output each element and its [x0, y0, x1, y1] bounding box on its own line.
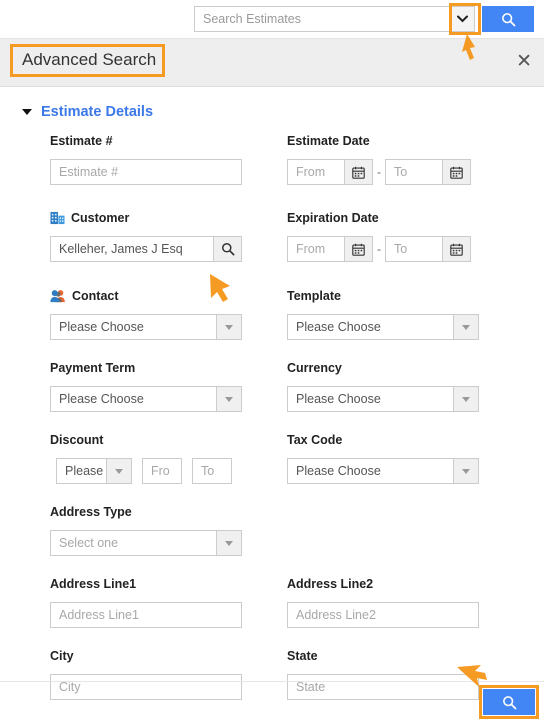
search-dropdown-caret[interactable] [449, 6, 475, 32]
section-toggle-estimate-details[interactable]: Estimate Details [22, 104, 153, 120]
company-building-icon [50, 211, 65, 225]
date-range-separator: - [377, 242, 381, 256]
close-icon[interactable]: ✕ [516, 52, 532, 71]
chevron-down-icon [22, 109, 32, 115]
chevron-down-icon [106, 459, 131, 483]
field-label-row: Customer [50, 210, 242, 226]
field-label: Currency [287, 361, 342, 375]
payment-term-select[interactable]: Please Choose [50, 386, 242, 412]
contact-select-value: Please Choose [59, 320, 144, 334]
field-label: Customer [71, 211, 130, 225]
chevron-down-icon [453, 387, 478, 411]
field-tax-code: Tax Code Please Choose [287, 432, 479, 484]
section-title: Estimate Details [41, 104, 154, 120]
search-group [194, 6, 534, 32]
field-label: Address Line2 [287, 577, 374, 591]
chevron-down-icon [456, 15, 468, 23]
field-label: Estimate Date [287, 134, 370, 148]
expiration-date-from-calendar-button[interactable] [345, 236, 373, 262]
field-customer: Customer [50, 210, 242, 262]
calendar-icon [450, 166, 463, 179]
field-state: State [287, 648, 479, 700]
field-discount: Discount Please C [50, 432, 232, 484]
field-address-line2: Address Line2 [287, 576, 479, 628]
field-currency: Currency Please Choose [287, 360, 479, 412]
contact-select[interactable]: Please Choose [50, 314, 242, 340]
contacts-people-icon [50, 289, 66, 303]
field-estimate-date: Estimate Date - [287, 133, 471, 185]
submit-search-button[interactable] [483, 689, 535, 715]
address-type-select-value: Select one [59, 536, 119, 550]
chevron-down-icon [216, 315, 241, 339]
estimate-date-from-input[interactable] [287, 159, 345, 185]
field-contact: Contact Please Choose [50, 288, 242, 340]
calendar-icon [352, 166, 365, 179]
field-payment-term: Payment Term Please Choose [50, 360, 242, 412]
estimate-date-to-input[interactable] [385, 159, 443, 185]
currency-select-value: Please Choose [296, 392, 381, 406]
tax-code-select-value: Please Choose [296, 464, 381, 478]
field-label: Address Type [50, 505, 132, 519]
chevron-down-icon [453, 459, 478, 483]
field-label: Contact [72, 289, 119, 303]
city-input[interactable] [50, 674, 242, 700]
address-line2-input[interactable] [287, 602, 479, 628]
search-icon [502, 695, 516, 709]
search-icon [221, 243, 234, 256]
discount-type-select-value: Please C [65, 464, 106, 478]
address-type-select[interactable]: Select one [50, 530, 242, 556]
estimate-date-from-calendar-button[interactable] [345, 159, 373, 185]
dialog-header: Advanced Search ✕ [0, 39, 544, 87]
chevron-down-icon [216, 387, 241, 411]
template-select[interactable]: Please Choose [287, 314, 479, 340]
field-label: Payment Term [50, 361, 136, 375]
chevron-down-icon [216, 531, 241, 555]
field-expiration-date: Expiration Date - [287, 210, 471, 262]
expiration-date-to-calendar-button[interactable] [443, 236, 471, 262]
top-search-bar [0, 0, 544, 39]
field-template: Template Please Choose [287, 288, 479, 340]
customer-lookup-button[interactable] [214, 236, 242, 262]
discount-type-select[interactable]: Please C [56, 458, 132, 484]
expiration-date-from-input[interactable] [287, 236, 345, 262]
search-button[interactable] [482, 6, 534, 32]
field-address-line1: Address Line1 [50, 576, 242, 628]
field-label: Discount [50, 433, 104, 447]
chevron-down-icon [453, 315, 478, 339]
estimate-number-input[interactable] [50, 159, 242, 185]
field-label: Address Line1 [50, 577, 137, 591]
field-label: State [287, 649, 318, 663]
template-select-value: Please Choose [296, 320, 381, 334]
expiration-date-to-input[interactable] [385, 236, 443, 262]
customer-input[interactable] [50, 236, 214, 262]
tax-code-select[interactable]: Please Choose [287, 458, 479, 484]
field-label: Template [287, 289, 341, 303]
field-label: Tax Code [287, 433, 343, 447]
field-label: Estimate # [50, 134, 113, 148]
search-icon [501, 12, 515, 26]
field-label: Expiration Date [287, 211, 379, 225]
field-city: City [50, 648, 242, 700]
field-address-type: Address Type Select one [50, 504, 242, 556]
estimate-date-to-calendar-button[interactable] [443, 159, 471, 185]
currency-select[interactable]: Please Choose [287, 386, 479, 412]
advanced-search-screen: Advanced Search ✕ Estimate Details Estim… [0, 0, 544, 728]
calendar-icon [450, 243, 463, 256]
state-input[interactable] [287, 674, 479, 700]
search-input[interactable] [194, 6, 449, 32]
field-label: City [50, 649, 74, 663]
date-range-separator: - [377, 165, 381, 179]
footer-divider [0, 681, 544, 682]
calendar-icon [352, 243, 365, 256]
field-estimate-number: Estimate # [50, 133, 242, 185]
address-line1-input[interactable] [50, 602, 242, 628]
page-title: Advanced Search [22, 50, 157, 69]
discount-to-input[interactable] [192, 458, 232, 484]
discount-from-input[interactable] [142, 458, 182, 484]
field-label-row: Contact [50, 288, 242, 304]
payment-term-select-value: Please Choose [59, 392, 144, 406]
